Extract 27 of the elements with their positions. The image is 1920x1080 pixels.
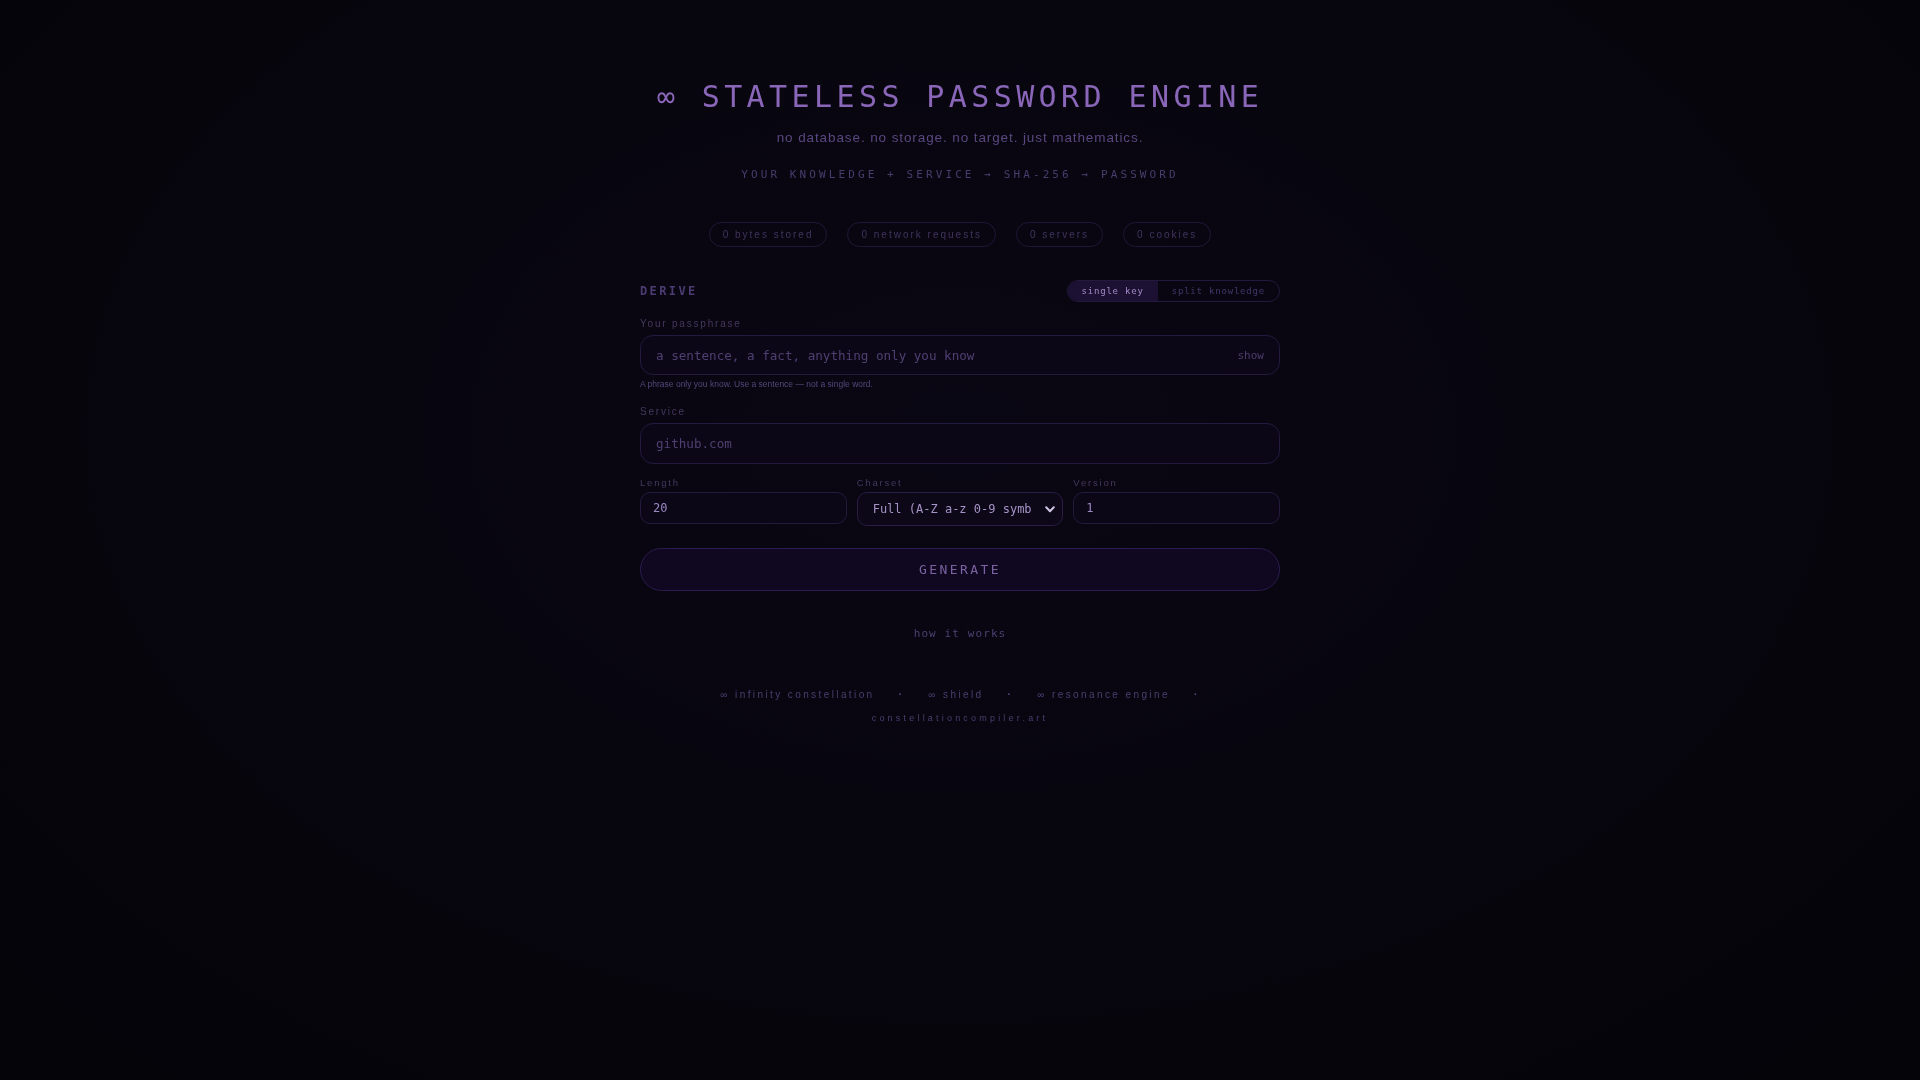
- number-field[interactable]: 1: [1073, 492, 1280, 524]
- field-label: Charset: [856, 477, 904, 489]
- field-label: Length: [640, 477, 681, 489]
- field-label: Version: [1073, 477, 1119, 489]
- field-label: Service: [640, 406, 687, 418]
- footer-link[interactable]: ∞ infinity constellation: [720, 688, 875, 702]
- site-link[interactable]: constellationcompiler.art: [871, 712, 1049, 724]
- footer-link[interactable]: ∞ resonance engine: [1037, 688, 1170, 702]
- section-heading: DERIVE: [640, 284, 698, 298]
- tagline: no database. no storage. no target. just mathematics.: [776, 129, 1144, 147]
- mode-tab[interactable]: single key: [1067, 281, 1158, 301]
- mode-tab[interactable]: split knowledge: [1157, 281, 1279, 301]
- service-field[interactable]: github.com: [640, 423, 1280, 464]
- charset-select[interactable]: Full (A-Z a-z 0-9 symb: [856, 492, 1064, 526]
- how-it-works-link[interactable]: how it works: [913, 627, 1007, 641]
- formula-text: YOUR KNOWLEDGE + SERVICE → SHA-256 → PASSWORD: [741, 168, 1179, 182]
- generate-button[interactable]: GENERATE: [640, 548, 1280, 591]
- separator-dot: ·: [1193, 688, 1200, 702]
- number-field[interactable]: 20: [640, 492, 847, 524]
- show-button[interactable]: show: [1233, 346, 1268, 364]
- separator-dot: ·: [1007, 688, 1014, 702]
- hint-text: A phrase only you know. Use a sentence — not a single word.: [640, 379, 874, 389]
- page-title: ∞ STATELESS PASSWORD ENGINE: [656, 79, 1264, 115]
- field-label: Your passphrase: [640, 318, 743, 330]
- chevron-down-icon: [1045, 505, 1056, 513]
- separator-dot: ·: [898, 688, 905, 702]
- footer-link[interactable]: ∞ shield: [928, 688, 984, 702]
